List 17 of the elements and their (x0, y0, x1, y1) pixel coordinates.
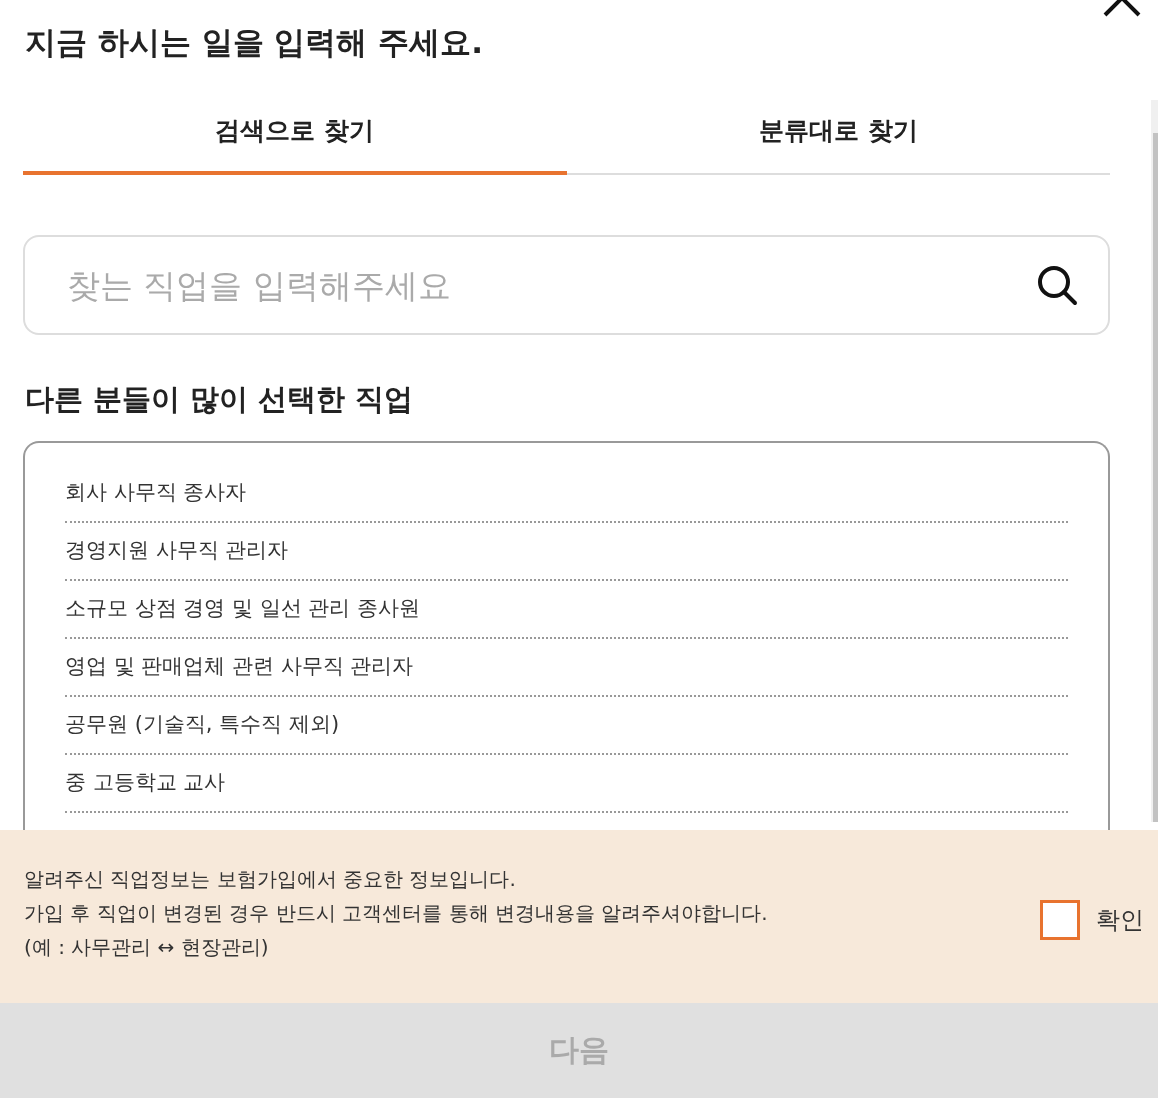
tab[interactable]: 검색으로 찾기 (23, 106, 567, 175)
tab[interactable]: 분류대로 찾기 (566, 106, 1110, 175)
page-title: 지금 하시는 일을 입력해 주세요. (25, 23, 484, 62)
job-item[interactable]: 경영지원 사무직 관리자 (65, 523, 1068, 581)
confirm-checkbox[interactable]: 확인 (1040, 899, 1144, 940)
job-item[interactable]: 영업 및 판매업체 관련 사무직 관리자 (65, 639, 1068, 697)
notice-text: 가입 후 직업이 변경된 경우 반드시 고객센터를 통해 변경내용을 알려주셔야합니다. (24, 900, 769, 927)
job-item[interactable]: 소규모 상점 경영 및 일선 관리 종사원 (65, 581, 1068, 639)
notice-text: (예 : 사무관리 ↔ 현장관리) (24, 934, 270, 961)
search-icon[interactable] (1036, 264, 1078, 306)
job-item[interactable]: 중 고등학교 교사 (65, 755, 1068, 813)
scrollbar[interactable] (1151, 100, 1158, 822)
section-heading: 다른 분들이 많이 선택한 직업 (25, 381, 415, 418)
search-field[interactable]: 찾는 직업을 입력해주세요 (23, 235, 1110, 335)
job-item[interactable]: 회사 사무직 종사자 (65, 465, 1068, 523)
notice-text: 알려주신 직업정보는 보험가입에서 중요한 정보입니다. (24, 866, 517, 893)
job-item[interactable]: 공무원 (기술직, 특수직 제외) (65, 697, 1068, 755)
